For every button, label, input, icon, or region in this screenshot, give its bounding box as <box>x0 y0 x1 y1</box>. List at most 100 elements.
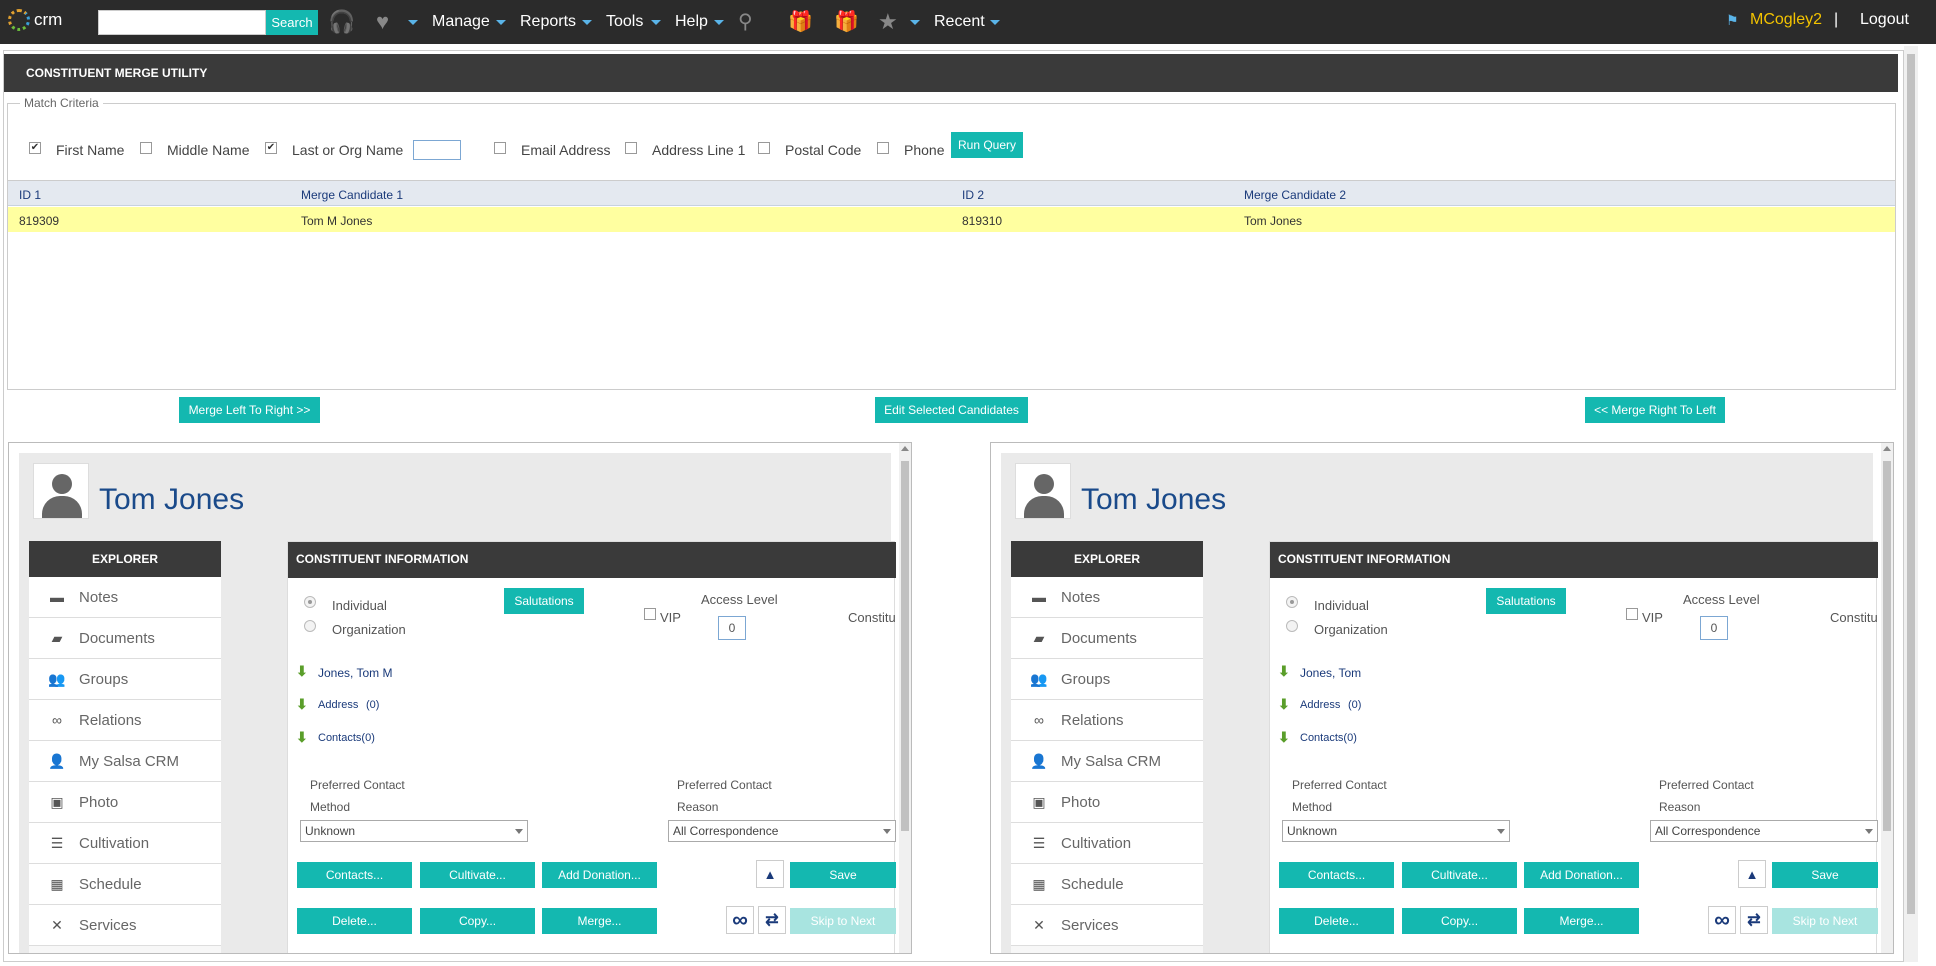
current-user[interactable]: MCogley2 <box>1750 11 1822 29</box>
scrollbar-thumb[interactable] <box>1883 461 1891 831</box>
arrow-down-icon[interactable]: ⬇ <box>296 730 310 744</box>
cell-candidate2[interactable]: Tom Jones <box>1244 214 1302 228</box>
repeat-icon[interactable]: ⇄ <box>1740 906 1768 934</box>
address-line1-checkbox[interactable] <box>625 142 637 154</box>
headset-icon[interactable]: 🎧 <box>328 9 355 35</box>
cultivate-button[interactable]: Cultivate... <box>420 862 535 888</box>
individual-radio[interactable] <box>304 596 316 608</box>
cell-id2[interactable]: 819310 <box>962 214 1002 228</box>
vip-checkbox[interactable] <box>1626 608 1638 620</box>
organization-radio[interactable] <box>1286 620 1298 632</box>
search-input[interactable] <box>98 10 266 35</box>
save-button[interactable]: Save <box>1772 862 1878 888</box>
scroll-up-icon[interactable]: ▲ <box>756 860 784 888</box>
phone-checkbox[interactable] <box>877 142 889 154</box>
chevron-down-icon[interactable] <box>496 20 506 25</box>
skip-to-next-button[interactable]: Skip to Next <box>1772 908 1878 934</box>
arrow-down-icon[interactable]: ⬇ <box>1278 697 1292 711</box>
table-row[interactable] <box>8 207 1895 232</box>
explorer-item-services[interactable]: ✕ Services <box>1011 905 1203 946</box>
page-scrollbar-thumb[interactable] <box>1907 54 1915 914</box>
menu-recent[interactable]: Recent <box>934 13 985 31</box>
explorer-item-relations[interactable]: ∞ Relations <box>1011 700 1203 741</box>
star-icon[interactable]: ★ <box>878 9 898 35</box>
address-link[interactable]: Address <box>1300 699 1340 711</box>
explorer-item-documents[interactable]: ▰ Documents <box>29 618 221 659</box>
merge-left-to-right-button[interactable]: Merge Left To Right >> <box>179 397 320 423</box>
contacts-button[interactable]: Contacts... <box>297 862 412 888</box>
chevron-down-icon[interactable] <box>651 20 661 25</box>
scroll-up-icon[interactable]: ▲ <box>1738 860 1766 888</box>
postal-code-checkbox[interactable] <box>758 142 770 154</box>
preferred-reason-select[interactable]: All Correspondence <box>668 820 896 842</box>
gift-icon[interactable]: 🎁 <box>788 9 813 34</box>
explorer-item-cultivation[interactable]: ☰ Cultivation <box>1011 823 1203 864</box>
column-header-candidate1[interactable]: Merge Candidate 1 <box>301 188 403 202</box>
scroll-up-arrow-icon[interactable] <box>1883 446 1891 451</box>
save-button[interactable]: Save <box>790 862 896 888</box>
contacts-link[interactable]: Contacts(0) <box>1300 732 1357 744</box>
merge-right-to-left-button[interactable]: << Merge Right To Left <box>1585 397 1725 423</box>
chevron-down-icon[interactable] <box>582 20 592 25</box>
arrow-down-icon[interactable]: ⬇ <box>1278 730 1292 744</box>
vip-checkbox[interactable] <box>644 608 656 620</box>
explorer-item-notes[interactable]: ▬ Notes <box>29 577 221 618</box>
cell-candidate1[interactable]: Tom M Jones <box>301 214 372 228</box>
access-level-input[interactable]: 0 <box>1700 616 1728 640</box>
contacts-link[interactable]: Contacts(0) <box>318 732 375 744</box>
chevron-down-icon[interactable] <box>408 20 418 25</box>
panel-scrollbar[interactable] <box>899 443 911 953</box>
explorer-item-my-salsa-crm[interactable]: 👤 My Salsa CRM <box>29 741 221 782</box>
menu-help[interactable]: Help <box>675 13 708 31</box>
chevron-down-icon[interactable] <box>990 20 1000 25</box>
repeat-icon[interactable]: ⇄ <box>758 906 786 934</box>
sort-name-link[interactable]: Jones, Tom <box>1300 666 1361 680</box>
address-link[interactable]: Address <box>318 699 358 711</box>
explorer-item-groups[interactable]: 👥 Groups <box>29 659 221 700</box>
arrow-down-icon[interactable]: ⬇ <box>296 697 310 711</box>
unlink-question-icon[interactable]: ⚲ <box>738 9 753 34</box>
first-name-checkbox[interactable]: ✔ <box>29 142 41 154</box>
access-level-input[interactable]: 0 <box>718 616 746 640</box>
explorer-item-documents[interactable]: ▰ Documents <box>1011 618 1203 659</box>
explorer-item-notes[interactable]: ▬ Notes <box>1011 577 1203 618</box>
infinity-icon[interactable]: ∞ <box>1708 906 1736 934</box>
search-button[interactable]: Search <box>266 10 318 35</box>
menu-reports[interactable]: Reports <box>520 13 576 31</box>
cell-id1[interactable]: 819309 <box>19 214 59 228</box>
infinity-icon[interactable]: ∞ <box>726 906 754 934</box>
explorer-item-photo[interactable]: ▣ Photo <box>1011 782 1203 823</box>
explorer-item-groups[interactable]: 👥 Groups <box>1011 659 1203 700</box>
gift-add-icon[interactable]: 🎁 <box>834 9 859 34</box>
crm-logo[interactable]: crm <box>8 9 62 31</box>
arrow-down-icon[interactable]: ⬇ <box>296 664 310 678</box>
scrollbar-thumb[interactable] <box>901 461 909 831</box>
delete-button[interactable]: Delete... <box>1279 908 1394 934</box>
copy-button[interactable]: Copy... <box>420 908 535 934</box>
delete-button[interactable]: Delete... <box>297 908 412 934</box>
scroll-up-arrow-icon[interactable] <box>901 446 909 451</box>
menu-manage[interactable]: Manage <box>432 13 490 31</box>
explorer-item-services[interactable]: ✕ Services <box>29 905 221 946</box>
run-query-button[interactable]: Run Query <box>951 132 1023 158</box>
salutations-button[interactable]: Salutations <box>504 588 584 614</box>
merge-button[interactable]: Merge... <box>1524 908 1639 934</box>
organization-radio[interactable] <box>304 620 316 632</box>
explorer-item-schedule[interactable]: ▦ Schedule <box>1011 864 1203 905</box>
last-name-checkbox[interactable]: ✔ <box>265 142 277 154</box>
arrow-down-icon[interactable]: ⬇ <box>1278 664 1292 678</box>
panel-scrollbar[interactable] <box>1881 443 1893 953</box>
page-scrollbar[interactable] <box>1904 46 1918 962</box>
skip-to-next-button[interactable]: Skip to Next <box>790 908 896 934</box>
column-header-id2[interactable]: ID 2 <box>962 188 984 202</box>
contacts-button[interactable]: Contacts... <box>1279 862 1394 888</box>
explorer-item-relations[interactable]: ∞ Relations <box>29 700 221 741</box>
chevron-down-icon[interactable] <box>910 20 920 25</box>
last-name-input[interactable] <box>413 140 461 160</box>
middle-name-checkbox[interactable] <box>140 142 152 154</box>
preferred-reason-select[interactable]: All Correspondence <box>1650 820 1878 842</box>
column-header-candidate2[interactable]: Merge Candidate 2 <box>1244 188 1346 202</box>
explorer-item-schedule[interactable]: ▦ Schedule <box>29 864 221 905</box>
preferred-method-select[interactable]: Unknown <box>300 820 528 842</box>
chevron-down-icon[interactable] <box>714 20 724 25</box>
